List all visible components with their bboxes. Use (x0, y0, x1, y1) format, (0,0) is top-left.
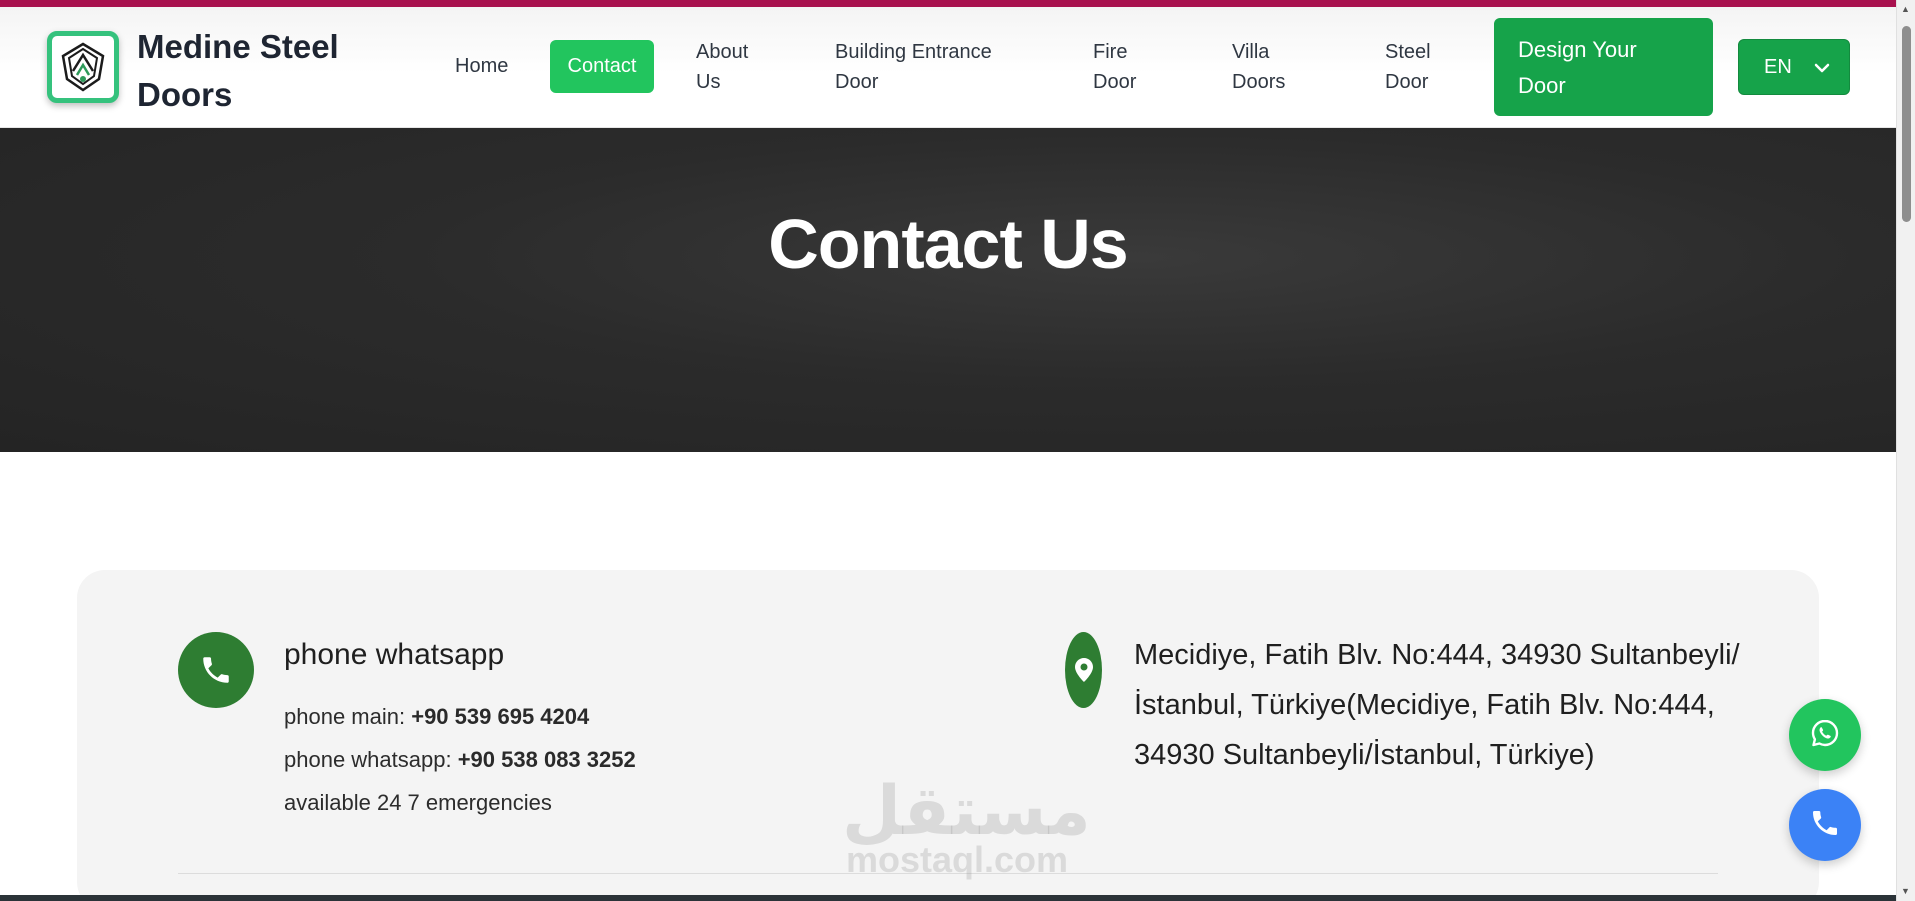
nav-steel-door[interactable]: Steel Door (1385, 37, 1445, 97)
watermark: مستقل mostaql.com (842, 772, 1091, 880)
availability-text: available 24 7 emergencies (284, 790, 552, 815)
bottom-strip (0, 895, 1896, 901)
whatsapp-float-button[interactable] (1789, 699, 1861, 771)
page-title: Contact Us (768, 205, 1128, 283)
watermark-latin: mostaql.com (845, 839, 1069, 880)
page-scrollbar[interactable]: ▲ ▼ (1896, 0, 1915, 901)
brand-name[interactable]: Medine Steel Doors (137, 23, 377, 119)
hero-banner: Contact Us (0, 128, 1896, 452)
language-selected: EN (1764, 55, 1792, 78)
call-float-button[interactable] (1789, 789, 1861, 861)
address-text: Mecidiye, Fatih Blv. No:444, 34930 Sulta… (1134, 639, 1740, 771)
scrollbar-thumb[interactable] (1902, 26, 1911, 222)
phone-whatsapp-label: phone whatsapp: (284, 747, 452, 772)
phone-whatsapp-value[interactable]: +90 538 083 3252 (458, 747, 636, 772)
phone-main-label: phone main: (284, 704, 406, 729)
nav-home[interactable]: Home (455, 51, 508, 81)
top-accent-strip (0, 0, 1896, 7)
nav-building-entrance-door[interactable]: Building Entrance Door (835, 37, 1015, 97)
scroll-down-icon[interactable]: ▼ (1901, 886, 1910, 896)
chevron-down-icon (1814, 56, 1830, 79)
phone-main-value[interactable]: +90 539 695 4204 (411, 704, 589, 729)
phone-section-title: phone whatsapp (284, 638, 505, 671)
watermark-arabic: مستقل (842, 772, 1091, 851)
logo-icon[interactable] (47, 31, 119, 103)
nav-villa-doors[interactable]: Villa Doors (1232, 37, 1302, 97)
phone-icon (178, 632, 254, 708)
phone-whatsapp-row: phone whatsapp: +90 538 083 3252 (284, 747, 636, 773)
site-header: Medine Steel Doors Home Contact About Us… (0, 7, 1896, 128)
scroll-up-icon[interactable]: ▲ (1901, 4, 1910, 14)
nav-about[interactable]: About Us (696, 37, 766, 97)
phone-main-row: phone main: +90 539 695 4204 (284, 704, 589, 730)
location-pin-icon (1065, 632, 1102, 708)
design-your-door-button[interactable]: Design Your Door (1494, 18, 1713, 116)
call-icon (1809, 807, 1841, 844)
whatsapp-icon (1809, 717, 1841, 754)
nav-contact[interactable]: Contact (550, 40, 654, 93)
language-selector[interactable]: EN (1738, 39, 1850, 95)
nav-fire-door[interactable]: Fire Door (1093, 37, 1153, 97)
